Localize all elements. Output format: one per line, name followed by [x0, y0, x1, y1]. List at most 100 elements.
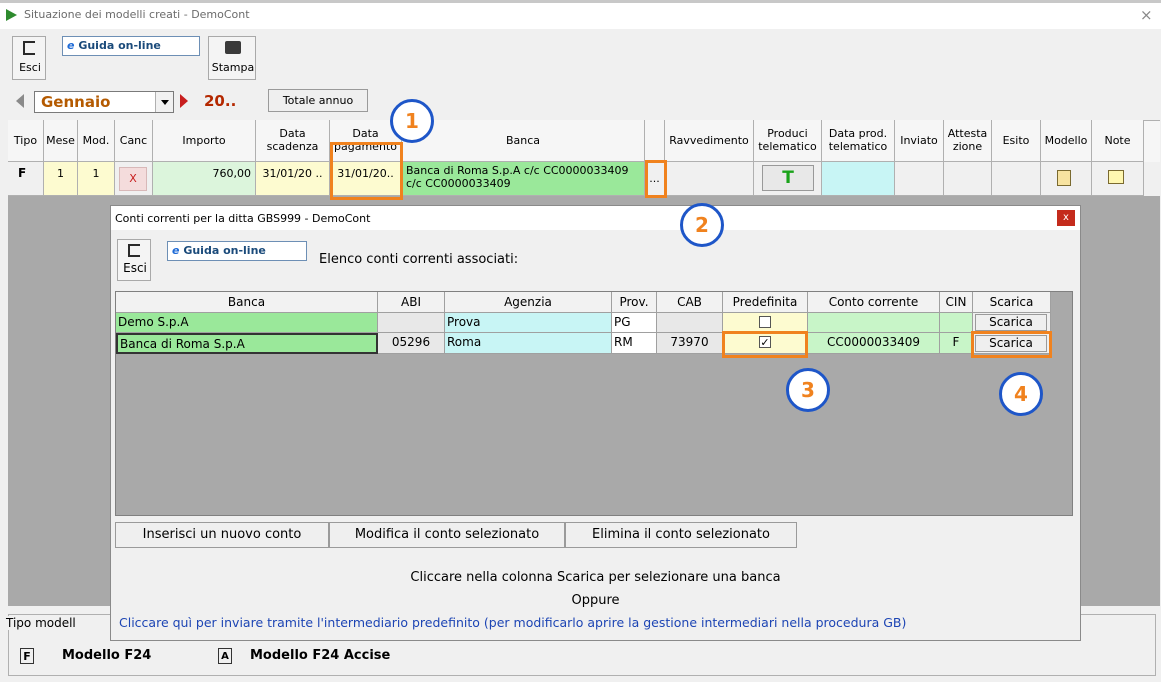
row-data-scadenza[interactable]: 31/01/20 ..: [256, 162, 330, 196]
exit-door-icon: [128, 244, 140, 257]
grid-col-cab: CAB: [657, 292, 723, 313]
grid-row1-cin[interactable]: [940, 313, 973, 333]
tipo-modello-label: Tipo modell: [4, 616, 78, 630]
grid-col-conto: Conto corrente: [808, 292, 940, 313]
stampa-button[interactable]: Stampa: [208, 36, 256, 80]
guida-label: Guida on-line: [78, 39, 161, 52]
col-banca: Banca: [402, 120, 645, 162]
dialog-esci-button[interactable]: Esci: [117, 239, 151, 281]
col-data-prod-telematico: Data prod. telematico: [822, 120, 895, 162]
row-produci: T: [754, 162, 822, 196]
grid-row1-banca[interactable]: Demo S.p.A: [116, 313, 378, 333]
f24-legend-label: Modello F24: [62, 648, 152, 663]
grid-row2-cin[interactable]: F: [940, 333, 973, 354]
f24-type-icon: F: [18, 166, 27, 180]
row-banca-line1: Banca di Roma S.p.A c/c CC0000033409: [406, 164, 629, 177]
row-mese: 1: [44, 162, 78, 196]
col-note: Note: [1092, 120, 1144, 162]
grid-row1-conto[interactable]: [808, 313, 940, 333]
row-mod: 1: [78, 162, 115, 196]
row-banca[interactable]: Banca di Roma S.p.A c/c CC0000033409 c/c…: [402, 162, 645, 196]
window-close-button[interactable]: ×: [1140, 6, 1153, 24]
grid-row2-prov[interactable]: RM: [612, 333, 657, 354]
cancel-row-button[interactable]: X: [119, 167, 147, 191]
grid-col-scarica: Scarica: [973, 292, 1051, 313]
dialog-close-button[interactable]: x: [1057, 210, 1075, 226]
grid-col-abi: ABI: [378, 292, 445, 313]
month-dropdown-button[interactable]: [155, 92, 173, 112]
col-esito: Esito: [992, 120, 1041, 162]
row-tipo: F: [8, 162, 44, 196]
callout-3: 3: [786, 368, 830, 412]
row-importo[interactable]: 760,00: [153, 162, 256, 196]
grid-row1-agenzia[interactable]: Prova: [445, 313, 612, 333]
dialog-title: Conti correnti per la ditta GBS999 - Dem…: [115, 212, 371, 225]
printer-icon: [225, 41, 241, 54]
guida-online-button[interactable]: e Guida on-line: [62, 36, 200, 56]
row-attestazione: [944, 162, 992, 196]
note-icon[interactable]: [1108, 170, 1124, 184]
dialog-guida-button[interactable]: e Guida on-line: [167, 241, 307, 261]
chevron-down-icon: [161, 100, 169, 105]
banks-grid: Banca ABI Agenzia Prov. CAB Predefinita …: [115, 291, 1073, 516]
grid-right-gutter: [1051, 292, 1072, 515]
year-value: 20..: [204, 92, 237, 110]
app-logo-icon: [6, 9, 17, 21]
col-banca-select: [645, 120, 665, 162]
grid-row2-cab[interactable]: 73970: [657, 333, 723, 354]
col-ravvedimento: Ravvedimento: [665, 120, 754, 162]
row-esito: [992, 162, 1041, 196]
grid-row1-cab[interactable]: [657, 313, 723, 333]
grid-row2-abi[interactable]: 05296: [378, 333, 445, 354]
row-canc: X: [115, 162, 153, 196]
esci-button[interactable]: Esci: [12, 36, 46, 80]
grid-row2-banca[interactable]: Banca di Roma S.p.A: [116, 333, 378, 354]
col-mod: Mod.: [78, 120, 115, 162]
modifica-conto-button[interactable]: Modifica il conto selezionato: [329, 522, 565, 548]
col-modello: Modello: [1041, 120, 1092, 162]
highlight-predefinita: [722, 331, 808, 358]
highlight-data-pagamento: [330, 142, 403, 200]
col-produci-telematico: Produci telematico: [754, 120, 822, 162]
col-canc: Canc: [115, 120, 153, 162]
month-value: Gennaio: [41, 93, 111, 111]
callout-4: 4: [999, 372, 1043, 416]
inserisci-conto-button[interactable]: Inserisci un nuovo conto: [115, 522, 329, 548]
highlight-banca-select: [645, 160, 667, 198]
exit-door-icon: [23, 41, 35, 55]
grid-row1-abi[interactable]: [378, 313, 445, 333]
grid-row2-agenzia[interactable]: Roma: [445, 333, 612, 354]
conti-correnti-dialog: Conti correnti per la ditta GBS999 - Dem…: [110, 205, 1081, 641]
dialog-guida-label: Guida on-line: [183, 244, 266, 257]
highlight-scarica: [971, 331, 1052, 358]
row-banca-line2: c/c CC0000033409: [406, 177, 511, 190]
document-preview-icon[interactable]: [1057, 170, 1071, 186]
elimina-conto-button[interactable]: Elimina il conto selezionato: [565, 522, 797, 548]
grid-row1-predefinita-checkbox[interactable]: [759, 316, 771, 328]
month-select[interactable]: Gennaio: [34, 91, 174, 113]
dialog-hint-oppure: Oppure: [571, 593, 620, 608]
grid-row1-prov[interactable]: PG: [612, 313, 657, 333]
ie-icon: e: [172, 244, 180, 257]
esci-label: Esci: [19, 61, 41, 74]
produci-telematico-button[interactable]: T: [762, 165, 814, 191]
grid-row1-scarica-cell: Scarica: [973, 313, 1051, 333]
col-attestazione: Attesta zione: [944, 120, 992, 162]
row-data-prod: [822, 162, 895, 196]
grid-col-predefinita: Predefinita: [723, 292, 808, 313]
row-modello: [1041, 162, 1092, 196]
prev-month-arrow-icon[interactable]: [16, 94, 24, 108]
row-inviato: [895, 162, 944, 196]
window-title: Situazione dei modelli creati - DemoCont: [24, 8, 250, 21]
f24-accise-legend-icon: A: [218, 648, 232, 664]
col-tipo: Tipo: [8, 120, 44, 162]
col-data-scadenza: Data scadenza: [256, 120, 330, 162]
intermediario-link[interactable]: Cliccare quì per inviare tramite l'inter…: [119, 615, 906, 630]
row-ravvedimento[interactable]: [665, 162, 754, 196]
grid-row2-conto[interactable]: CC0000033409: [808, 333, 940, 354]
grid-row1-scarica-button[interactable]: Scarica: [975, 314, 1047, 331]
dialog-hint-scarica: Cliccare nella colonna Scarica per selez…: [410, 570, 781, 585]
next-month-arrow-icon[interactable]: [180, 94, 188, 108]
totale-annuo-button[interactable]: Totale annuo: [268, 89, 368, 112]
col-inviato: Inviato: [895, 120, 944, 162]
